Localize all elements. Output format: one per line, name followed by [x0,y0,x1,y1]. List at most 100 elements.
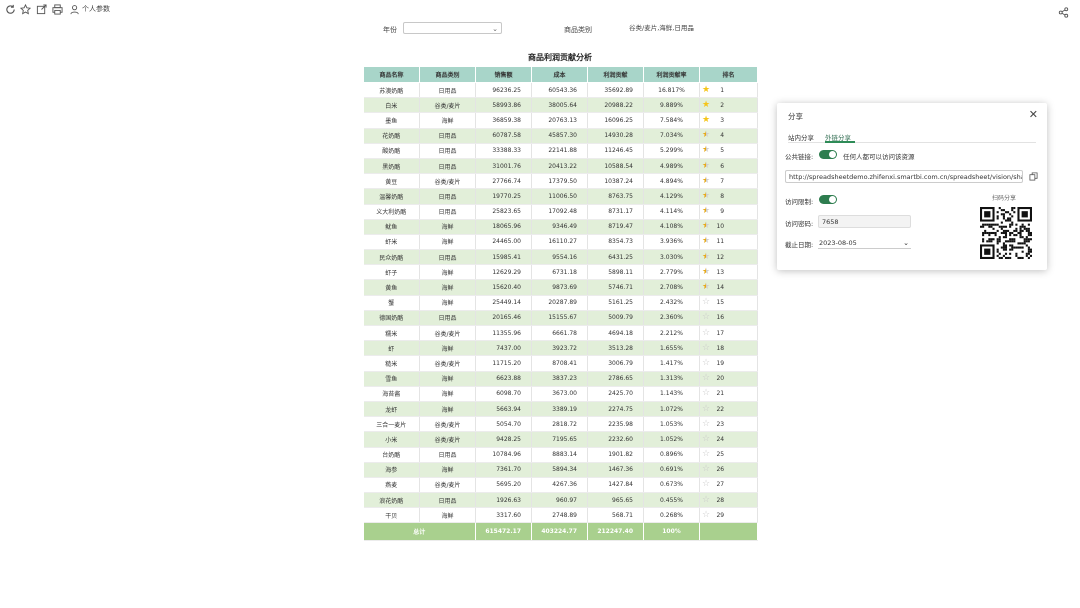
cell-sales: 24465.00 [475,234,532,251]
col-header-cost[interactable]: 成本 [531,66,588,83]
star-empty-icon: ☆ [702,388,711,399]
rank-number: 17 [716,329,725,337]
table-row: 黄鱼 海鲜 15620.40 9873.69 5746.71 2.708% ★ 14 [363,279,758,296]
cell-rank: ★ 3 [699,112,758,129]
cell-profit: 10387.24 [587,173,644,190]
copy-icon[interactable] [1029,172,1038,181]
col-header-sales[interactable]: 销售额 [475,66,532,83]
cell-rank: ☆ 24 [699,431,758,448]
report-title: 商品利润贡献分析 [528,53,592,62]
public-link-desc: 任何人都可以访问该资源 [843,153,915,161]
rank-number: 12 [716,253,725,261]
star-empty-icon: ☆ [702,464,711,475]
cell-name: 酸奶酪 [363,143,420,159]
table-row: 糯米 谷类/麦片 11355.96 6661.78 4694.18 2.212% ☆ 17 [363,325,758,342]
cell-profit: 8731.17 [587,204,644,220]
cell-sales: 58993.86 [475,97,532,114]
cell-sales: 7437.00 [475,340,532,357]
cell-profit: 2274.75 [587,401,644,418]
rank-number: 22 [716,405,725,413]
cell-category: 海鲜 [419,295,476,311]
cell-rate: 5.299% [643,143,700,159]
cell-category: 日用品 [419,128,476,144]
cell-cost: 8708.41 [531,355,588,372]
open-external-icon[interactable] [35,3,47,15]
table-row: 温馨奶酪 日用品 19770.25 11006.50 8763.75 4.129% ★ 8 [363,188,758,205]
col-header-rate[interactable]: 利润贡献率 [643,66,700,83]
table-row: 海参 海鲜 7361.70 5894.34 1467.36 0.691% ☆ 26 [363,462,758,478]
cell-cost: 9873.69 [531,279,588,296]
cell-rate: 0.268% [643,507,700,524]
cell-rank: ★ 13 [699,264,758,281]
total-label: 总计 [363,522,476,542]
cell-rate: 4.114% [643,204,700,220]
col-header-profit[interactable]: 利润贡献 [587,66,644,83]
cell-sales: 60787.58 [475,128,532,144]
cell-profit: 35692.89 [587,82,644,99]
cell-rate: 1.053% [643,416,700,433]
rank-number: 3 [720,116,725,124]
cell-rank: ★ 6 [699,158,758,175]
cell-cost: 60543.36 [531,82,588,99]
col-header-rank[interactable]: 排名 [699,66,758,83]
table-row: 虾海鲜 7437.00 3923.72 3513.28 1.655% ☆ 18 [363,340,758,357]
public-link-label: 公共链接: [785,153,814,161]
cell-sales: 25823.65 [475,204,532,220]
star-half-icon: ★ [702,175,711,186]
cell-rate: 7.034% [643,128,700,144]
cell-rank: ★ 5 [699,143,758,159]
cell-name: 糯米 [363,325,420,342]
print-icon[interactable] [51,3,63,15]
star-empty-icon: ☆ [702,342,711,353]
col-header-category[interactable]: 商品类别 [419,66,476,83]
cell-category: 日用品 [419,82,476,99]
tab-internal-share[interactable]: 站内分享 [788,132,814,142]
cell-name: 墨鱼 [363,112,420,129]
cell-category: 海鲜 [419,462,476,478]
table-row: 糙米 谷类/麦片 11715.20 8708.41 3006.79 1.417% ☆ 19 [363,355,758,372]
col-header-name[interactable]: 商品名称 [363,66,420,83]
refresh-icon[interactable] [4,3,16,15]
cell-rate: 1.143% [643,386,700,402]
table-row: 花奶酪 日用品 60787.58 45857.30 14930.28 7.034% ★ 4 [363,128,758,144]
expiry-date-value: 2023-08-05 [819,239,857,247]
cell-category: 日用品 [419,447,476,463]
access-code-field[interactable]: 7658 [818,215,911,228]
cell-rate: 3.936% [643,234,700,251]
access-code-label: 访问密码: [785,220,814,228]
profit-table: 商品名称 商品类别 销售额 成本 利润贡献 利润贡献率 排名 苏澳奶酪 日用品 96… [363,66,758,542]
cell-category: 日用品 [419,310,476,327]
total-sales: 615472.17 [475,522,532,542]
cell-profit: 10588.54 [587,158,644,175]
personal-params-label[interactable]: 个人参数 [82,4,110,14]
cell-rank: ☆ 16 [699,310,758,327]
rank-number: 26 [716,466,725,474]
table-row: 黑奶酪 日用品 31001.76 20413.22 10588.54 4.989% ★ 6 [363,158,758,175]
rank-number: 15 [716,299,725,307]
cell-rate: 7.584% [643,112,700,129]
user-params-icon[interactable] [69,3,81,15]
cell-category: 海鲜 [419,386,476,402]
star-half-icon: ★ [702,221,711,232]
close-icon[interactable]: ✕ [1029,108,1038,121]
access-limit-toggle[interactable] [819,195,837,204]
expiry-date-select[interactable]: 2023-08-05 ⌄ [818,237,911,249]
year-select[interactable]: ⌄ [403,22,502,34]
cell-rate: 2.708% [643,279,700,296]
public-link-toggle[interactable] [819,150,837,159]
cell-name: 黄鱼 [363,279,420,296]
year-label: 年份 [383,26,397,34]
qr-share-label: 扫码分享 [992,195,1017,202]
cell-sales: 33388.33 [475,143,532,159]
favorite-star-icon[interactable] [19,3,31,15]
cell-rank: ★ 8 [699,188,758,205]
cell-category: 海鲜 [419,401,476,418]
cell-category: 海鲜 [419,279,476,296]
cell-cost: 960.97 [531,492,588,509]
category-select[interactable]: 谷类/麦片,海鲜,日用品 ⌄ [625,22,698,34]
share-icon[interactable] [1058,3,1070,18]
expiry-label: 截止日期: [785,241,814,249]
share-url-field[interactable]: http://spreadsheetdemo.zhifenxi.smartbi.… [785,170,1023,183]
cell-rank: ★ 11 [699,234,758,251]
cell-rank: ★ 10 [699,219,758,235]
